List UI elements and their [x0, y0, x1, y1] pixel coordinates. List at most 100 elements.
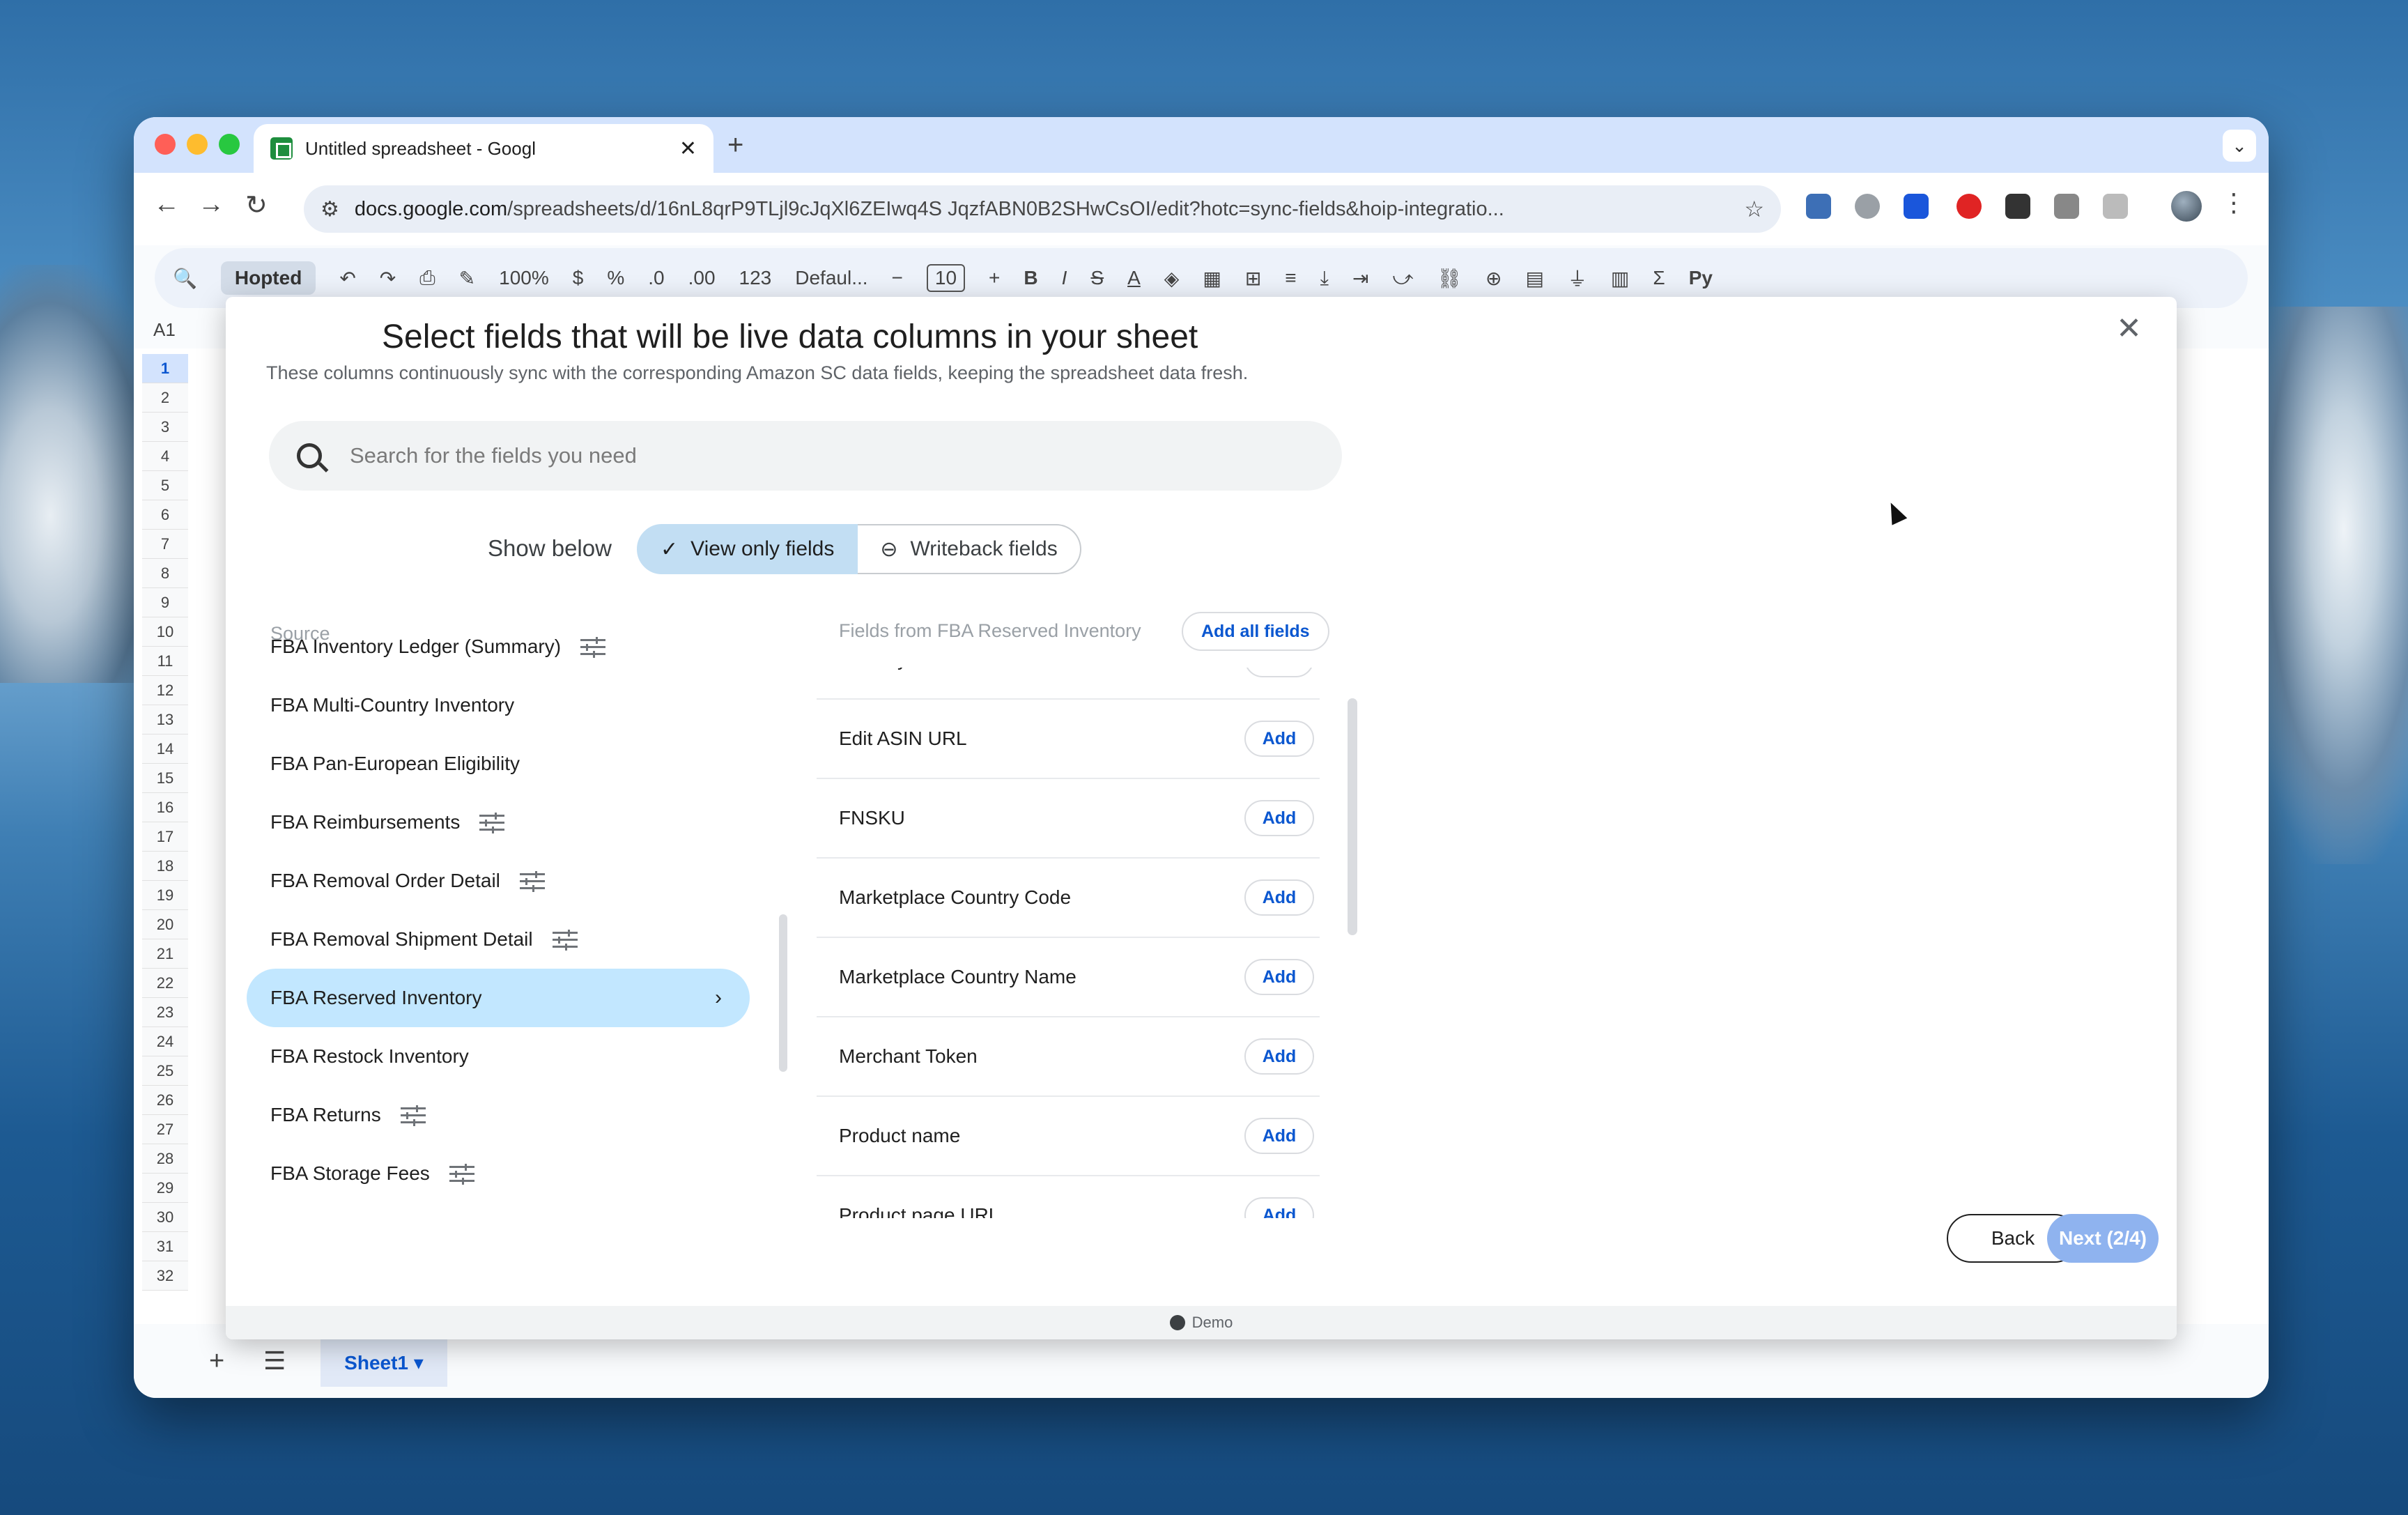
extension-icon[interactable] — [1904, 194, 1929, 219]
bookmark-star-icon[interactable]: ☆ — [1744, 196, 1764, 222]
source-item[interactable]: FBA Multi-Country Inventory — [247, 676, 750, 735]
hopted-button[interactable]: Hopted — [220, 261, 316, 295]
currency-format-button[interactable]: $ — [573, 267, 584, 289]
settings-sliders-icon[interactable] — [580, 637, 606, 658]
extension-icon[interactable] — [2054, 194, 2079, 219]
row-header[interactable]: 2 — [142, 383, 188, 413]
row-header[interactable]: 15 — [142, 764, 188, 793]
comment-icon[interactable]: ⊕ — [1485, 267, 1502, 290]
row-header[interactable]: 30 — [142, 1203, 188, 1232]
row-header[interactable]: 13 — [142, 705, 188, 735]
redo-icon[interactable]: ↷ — [380, 267, 396, 290]
borders-icon[interactable]: ▦ — [1203, 267, 1221, 290]
row-header[interactable]: 16 — [142, 793, 188, 822]
functions-button[interactable]: Σ — [1653, 267, 1665, 289]
font-size-decrease-button[interactable]: − — [892, 267, 903, 289]
python-button[interactable]: Py — [1689, 267, 1713, 289]
maximize-window-button[interactable] — [219, 134, 240, 155]
row-header[interactable]: 22 — [142, 969, 188, 998]
minimize-window-button[interactable] — [187, 134, 208, 155]
row-header[interactable]: 12 — [142, 676, 188, 705]
site-info-icon[interactable]: ⚙ — [321, 197, 339, 222]
align-icon[interactable]: ≡ — [1285, 267, 1296, 289]
row-header[interactable]: 19 — [142, 881, 188, 910]
settings-sliders-icon[interactable] — [552, 930, 578, 951]
writeback-fields-button[interactable]: ⊖ Writeback fields — [858, 524, 1081, 574]
row-header[interactable]: 18 — [142, 852, 188, 881]
row-header[interactable]: 20 — [142, 910, 188, 939]
more-formats-button[interactable]: 123 — [739, 267, 772, 289]
filter-views-icon[interactable]: ▥ — [1611, 267, 1629, 290]
italic-button[interactable]: I — [1062, 267, 1067, 289]
profile-avatar[interactable] — [2171, 191, 2202, 222]
source-item[interactable]: FBA Inventory Ledger (Summary) — [247, 617, 750, 676]
name-box[interactable]: A1 — [153, 319, 176, 341]
puzzle-extensions-icon[interactable] — [2103, 194, 2128, 219]
row-header[interactable]: 21 — [142, 939, 188, 969]
sheet-tab-sheet1[interactable]: Sheet1 ▾ — [321, 1338, 447, 1387]
row-header[interactable]: 29 — [142, 1174, 188, 1203]
add-field-button[interactable]: Add — [1244, 1118, 1314, 1154]
fields-scrollbar[interactable] — [1348, 698, 1357, 935]
row-header[interactable]: 31 — [142, 1232, 188, 1261]
source-item[interactable]: FBA Reimbursements — [247, 793, 750, 852]
forward-icon[interactable]: → — [198, 190, 224, 220]
view-only-fields-button[interactable]: ✓ View only fields — [637, 524, 858, 574]
back-icon[interactable]: ← — [153, 190, 180, 220]
chart-icon[interactable]: ▤ — [1525, 267, 1543, 290]
reload-icon[interactable]: ↻ — [245, 190, 268, 221]
extension-icon[interactable] — [1806, 194, 1831, 219]
add-field-button[interactable]: Add — [1244, 721, 1314, 757]
strikethrough-button[interactable]: S — [1090, 267, 1104, 289]
source-item[interactable]: FBA Pan-European Eligibility — [247, 735, 750, 793]
zoom-select[interactable]: 100% — [499, 267, 549, 289]
url-input[interactable]: ⚙ docs.google.com/spreadsheets/d/16nL8qr… — [304, 185, 1781, 233]
field-search-input[interactable]: Search for the fields you need — [269, 421, 1342, 491]
font-select[interactable]: Defaul... — [795, 267, 867, 289]
print-icon[interactable]: ⎙ — [419, 267, 435, 290]
row-header[interactable]: 8 — [142, 559, 188, 588]
decrease-decimal-button[interactable]: .0 — [648, 267, 664, 289]
browser-tab[interactable]: Untitled spreadsheet - Googl ✕ — [254, 124, 713, 173]
add-all-fields-button[interactable]: Add all fields — [1182, 612, 1329, 651]
source-item[interactable]: FBA Removal Order Detail — [247, 852, 750, 910]
tab-search-chevron-icon[interactable]: ⌄ — [2223, 130, 2256, 162]
row-header[interactable]: 25 — [142, 1056, 188, 1086]
row-header[interactable]: 23 — [142, 998, 188, 1027]
row-header[interactable]: 3 — [142, 413, 188, 442]
merge-cells-icon[interactable]: ⊞ — [1245, 267, 1261, 290]
extension-icon[interactable] — [1855, 194, 1880, 219]
row-header[interactable]: 6 — [142, 500, 188, 530]
text-rotation-icon[interactable]: ⤻ — [1392, 267, 1413, 290]
row-header[interactable]: 1 — [142, 354, 188, 383]
source-scrollbar[interactable] — [779, 914, 787, 1072]
source-item[interactable]: FBA Returns — [247, 1086, 750, 1144]
row-header[interactable]: 10 — [142, 617, 188, 647]
row-header[interactable]: 27 — [142, 1115, 188, 1144]
tab-close-icon[interactable]: ✕ — [679, 137, 697, 161]
new-tab-button[interactable]: + — [727, 130, 743, 161]
add-field-button[interactable]: Add — [1244, 959, 1314, 995]
filter-icon[interactable]: ⏚ — [1568, 264, 1587, 292]
close-window-button[interactable] — [155, 134, 176, 155]
all-sheets-button[interactable]: ☰ — [263, 1346, 286, 1376]
add-sheet-button[interactable]: + — [209, 1346, 224, 1376]
browser-menu-icon[interactable]: ⋮ — [2221, 188, 2246, 217]
vertical-align-icon[interactable]: ⤓ — [1320, 267, 1329, 290]
extension-icon[interactable] — [1957, 194, 1982, 219]
row-header[interactable]: 4 — [142, 442, 188, 471]
bold-button[interactable]: B — [1024, 267, 1037, 289]
row-header[interactable]: 5 — [142, 471, 188, 500]
text-wrap-icon[interactable]: ⇥ — [1352, 267, 1368, 290]
link-icon[interactable]: ⛓ — [1437, 267, 1462, 290]
text-color-button[interactable]: A — [1127, 267, 1141, 289]
row-header[interactable]: 17 — [142, 822, 188, 852]
row-header[interactable]: 9 — [142, 588, 188, 617]
percent-format-button[interactable]: % — [607, 267, 624, 289]
settings-sliders-icon[interactable] — [519, 871, 545, 892]
row-header[interactable]: 14 — [142, 735, 188, 764]
add-field-button[interactable]: Add — [1244, 800, 1314, 836]
source-item[interactable]: FBA Removal Shipment Detail — [247, 910, 750, 969]
extension-icon[interactable] — [2005, 194, 2030, 219]
row-header[interactable]: 7 — [142, 530, 188, 559]
